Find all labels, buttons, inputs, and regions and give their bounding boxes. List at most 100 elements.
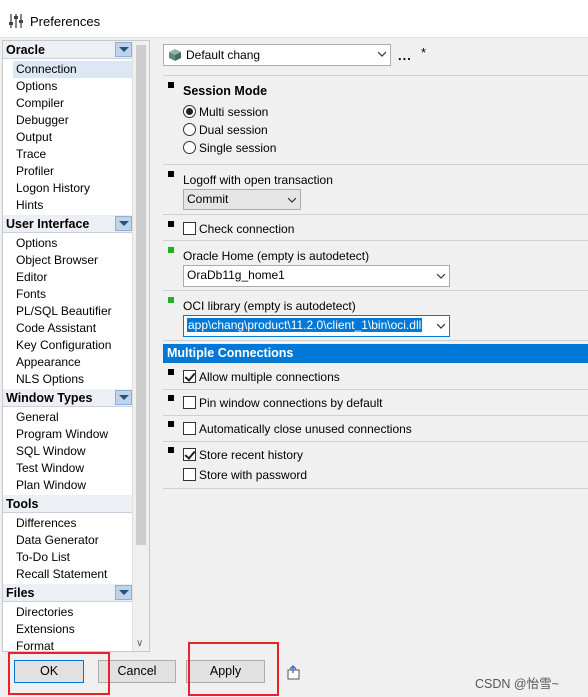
pin-window-section: Pin window connections by default <box>163 390 588 416</box>
nav-item-logon-history[interactable]: Logon History <box>15 180 133 197</box>
nav-item-todo-list[interactable]: To-Do List <box>15 549 133 566</box>
autoclose-section: Automatically close unused connections <box>163 416 588 442</box>
section-marker <box>168 297 174 303</box>
category-window-types[interactable]: Window Types <box>3 389 133 407</box>
category-user-interface[interactable]: User Interface <box>3 215 133 233</box>
check-connection-checkbox[interactable]: Check connection <box>183 221 294 237</box>
annotation-box-ok <box>8 652 110 695</box>
allow-multiple-checkbox[interactable]: Allow multiple connections <box>183 369 340 385</box>
radio-single-session[interactable]: Single session <box>183 140 276 156</box>
oci-library-value[interactable]: app\chang\product\11.2.0\client_1\bin\oc… <box>187 318 423 332</box>
chevron-down-icon <box>437 273 445 279</box>
nav-item-code-assistant[interactable]: Code Assistant <box>15 320 133 337</box>
chevron-down-icon <box>378 51 386 57</box>
category-label: Files <box>6 586 35 600</box>
category-label: Window Types <box>6 391 93 405</box>
nav-item-editor[interactable]: Editor <box>15 269 133 286</box>
nav-scrollbar[interactable]: ∨ <box>132 41 149 651</box>
radio-label: Multi session <box>199 105 269 119</box>
nav-item-format[interactable]: Format <box>15 638 133 651</box>
store-password-checkbox[interactable]: Store with password <box>183 467 307 483</box>
radio-button[interactable] <box>183 141 196 155</box>
nav-item-output[interactable]: Output <box>15 129 133 146</box>
nav-item-nls-options[interactable]: NLS Options <box>15 371 133 388</box>
logoff-select[interactable]: Commit <box>183 189 301 210</box>
title-bar: Preferences <box>0 0 588 38</box>
nav-item-data-generator[interactable]: Data Generator <box>15 532 133 549</box>
checkbox[interactable] <box>183 222 196 236</box>
multiple-connections-header: Multiple Connections <box>163 344 588 363</box>
chevron-down-icon[interactable] <box>115 585 132 600</box>
nav-item-directories[interactable]: Directories <box>15 604 133 621</box>
checkbox[interactable] <box>183 468 196 482</box>
radio-label: Single session <box>199 141 277 155</box>
nav-item-key-configuration[interactable]: Key Configuration <box>15 337 133 354</box>
pin-icon[interactable] <box>286 665 302 681</box>
store-history-checkbox[interactable]: Store recent history <box>183 447 303 463</box>
category-tools[interactable]: Tools <box>3 495 133 513</box>
nav-item-extensions[interactable]: Extensions <box>15 621 133 638</box>
chevron-down-icon[interactable] <box>115 216 132 231</box>
section-marker <box>168 171 174 177</box>
nav-item-sql-window[interactable]: SQL Window <box>15 443 133 460</box>
oracle-home-section: Oracle Home (empty is autodetect) OraDb1… <box>163 241 588 291</box>
section-marker <box>168 369 174 375</box>
chevron-down-icon[interactable] <box>115 42 132 57</box>
watermark: CSDN @怡雪~ <box>475 677 559 691</box>
nav-item-options[interactable]: Options <box>15 78 133 95</box>
checkbox-label: Pin window connections by default <box>199 396 383 410</box>
nav-item-fonts[interactable]: Fonts <box>15 286 133 303</box>
radio-multi-session[interactable]: Multi session <box>183 104 268 120</box>
history-section: Store recent history Store with password <box>163 442 588 489</box>
pin-window-checkbox[interactable]: Pin window connections by default <box>183 395 382 411</box>
nav-item-plsql-beautifier[interactable]: PL/SQL Beautifier <box>15 303 133 320</box>
nav-item-debugger[interactable]: Debugger <box>15 112 133 129</box>
checkbox[interactable] <box>183 422 196 436</box>
nav-item-object-browser[interactable]: Object Browser <box>15 252 133 269</box>
radio-button[interactable] <box>183 123 196 137</box>
logoff-value: Commit <box>187 192 229 206</box>
category-files[interactable]: Files <box>3 584 133 602</box>
sliders-icon <box>9 14 23 28</box>
checkbox-label: Automatically close unused connections <box>199 422 412 436</box>
section-marker <box>168 447 174 453</box>
profile-select[interactable]: Default chang <box>163 44 391 66</box>
modified-marker: * <box>421 45 427 60</box>
nav-item-differences[interactable]: Differences <box>15 515 133 532</box>
nav-item-trace[interactable]: Trace <box>15 146 133 163</box>
nav-item-plan-window[interactable]: Plan Window <box>15 477 133 494</box>
scrollbar-thumb[interactable] <box>136 45 146 545</box>
scroll-down-icon[interactable]: ∨ <box>136 638 143 649</box>
nav-item-compiler[interactable]: Compiler <box>15 95 133 112</box>
nav-item-connection[interactable]: Connection <box>13 61 134 78</box>
oci-library-select[interactable]: app\chang\product\11.2.0\client_1\bin\oc… <box>183 315 450 337</box>
nav-item-ui-options[interactable]: Options <box>15 235 133 252</box>
session-mode-heading: Session Mode <box>183 84 268 98</box>
autoclose-checkbox[interactable]: Automatically close unused connections <box>183 421 412 437</box>
radio-dual-session[interactable]: Dual session <box>183 122 268 138</box>
oci-library-section: OCI library (empty is autodetect) app\ch… <box>163 291 588 341</box>
oracle-home-select[interactable]: OraDb11g_home1 <box>183 265 450 287</box>
nav-item-test-window[interactable]: Test Window <box>15 460 133 477</box>
section-marker <box>168 82 174 88</box>
cube-icon <box>169 49 181 61</box>
category-oracle[interactable]: Oracle <box>3 41 133 59</box>
section-marker <box>168 247 174 253</box>
window-title: Preferences <box>30 14 101 29</box>
checkbox[interactable] <box>183 396 196 410</box>
chevron-down-icon <box>288 197 296 203</box>
nav-item-general[interactable]: General <box>15 409 133 426</box>
category-label: Tools <box>6 497 39 511</box>
nav-item-hints[interactable]: Hints <box>15 197 133 214</box>
nav-item-appearance[interactable]: Appearance <box>15 354 133 371</box>
more-button[interactable]: ... <box>398 48 412 63</box>
section-marker <box>168 395 174 401</box>
settings-panel: Default chang ... * Session Mode Multi s… <box>158 38 588 652</box>
checkbox[interactable] <box>183 370 196 384</box>
checkbox[interactable] <box>183 448 196 462</box>
nav-item-profiler[interactable]: Profiler <box>15 163 133 180</box>
nav-item-recall-statement[interactable]: Recall Statement <box>15 566 133 583</box>
chevron-down-icon[interactable] <box>115 390 132 405</box>
radio-button[interactable] <box>183 105 196 119</box>
nav-item-program-window[interactable]: Program Window <box>15 426 133 443</box>
